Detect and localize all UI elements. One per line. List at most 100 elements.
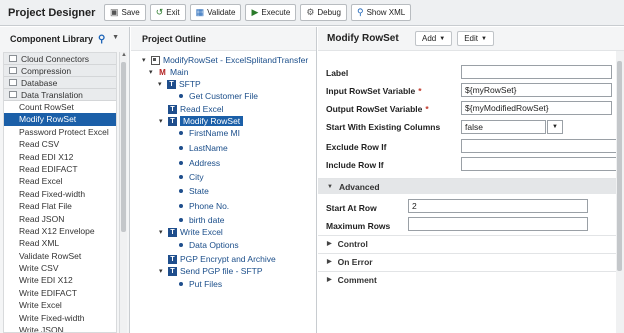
bullet-icon	[179, 131, 183, 135]
library-item[interactable]: Write Fixed-width	[4, 312, 116, 324]
library-item[interactable]: Write JSON	[4, 324, 116, 332]
bullet-icon	[179, 175, 183, 179]
task-icon: T	[168, 104, 177, 114]
library-item[interactable]: Read XML	[4, 237, 116, 249]
tree-node-data-options[interactable]: Data Options	[177, 239, 239, 251]
scrollbar-thumb[interactable]	[617, 61, 622, 271]
category-cloud-connectors[interactable]: Cloud Connectors	[4, 53, 116, 65]
library-item[interactable]: Count RowSet	[4, 101, 116, 113]
chevron-down-icon[interactable]: ▼	[112, 34, 119, 41]
output-rowset-variable-input[interactable]: ${myModifiedRowSet}	[461, 101, 612, 115]
tree-node-put-files[interactable]: Put Files	[177, 278, 222, 290]
library-item[interactable]: Validate RowSet	[4, 250, 116, 262]
field-label-text: Include Row If	[326, 160, 384, 170]
library-item[interactable]: Read Excel	[4, 175, 116, 187]
tree-node-label: Main	[170, 67, 189, 77]
tree-node-write-excel[interactable]: ▾ T Write Excel	[159, 226, 223, 238]
field-label-text: Start With Existing Columns	[326, 122, 441, 132]
validate-label: Validate	[207, 8, 236, 17]
tree-node-send-pgp-file[interactable]: ▾ T Send PGP file - SFTP	[159, 265, 263, 277]
start-at-row-input[interactable]: 2	[408, 199, 588, 213]
library-item[interactable]: Write CSV	[4, 262, 116, 274]
input-rowset-variable-input[interactable]: ${myRowSet}	[461, 83, 612, 97]
chevron-down-icon: ▼	[439, 35, 446, 42]
library-item[interactable]: Read Fixed-width	[4, 188, 116, 200]
library-item[interactable]: Read Flat File	[4, 200, 116, 212]
section-comment[interactable]: ▶ Comment	[318, 271, 624, 287]
tree-node-birth-date[interactable]: birth date	[177, 214, 224, 226]
tree-node-main[interactable]: ▾ M Main	[149, 66, 188, 78]
include-row-if-input[interactable]	[461, 157, 624, 171]
label-input[interactable]	[461, 65, 612, 79]
component-list: Cloud Connectors Compression Database Da…	[3, 52, 117, 333]
library-item[interactable]: Read JSON	[4, 213, 116, 225]
project-outline-title: Project Outline	[131, 27, 316, 51]
category-compression[interactable]: Compression	[4, 65, 116, 77]
category-data-translation[interactable]: Data Translation	[4, 89, 116, 101]
library-item[interactable]: Read EDI X12	[4, 151, 116, 163]
library-item[interactable]: Password Protect Excel	[4, 126, 116, 138]
tree-node-label: LastName	[189, 143, 228, 153]
search-icon: ⚲	[356, 7, 364, 17]
scrollbar-thumb[interactable]	[121, 62, 126, 232]
library-item[interactable]: Write EDI X12	[4, 274, 116, 286]
tree-node-phone-no[interactable]: Phone No.	[177, 200, 229, 212]
task-icon: T	[167, 79, 176, 89]
field-label-text: Maximum Rows	[326, 221, 391, 231]
library-scrollbar[interactable]: ▲	[119, 52, 127, 333]
exit-button[interactable]: ↺ Exit	[149, 4, 186, 21]
caret-down-icon[interactable]: ▾	[142, 56, 149, 64]
save-button[interactable]: ▣ Save	[104, 4, 146, 21]
chevron-down-icon[interactable]: ▼	[547, 120, 563, 134]
edit-dropdown-button[interactable]: Edit ▼	[457, 31, 494, 46]
tree-node-state[interactable]: State	[177, 185, 209, 197]
app-title: Project Designer	[8, 6, 96, 19]
section-control[interactable]: ▶ Control	[318, 235, 624, 251]
tree-node-firstname-mi[interactable]: FirstName MI	[177, 127, 240, 139]
library-item[interactable]: Write Excel	[4, 299, 116, 311]
tree-node-label: Get Customer File	[189, 91, 258, 101]
search-icon[interactable]: ⚲	[98, 34, 105, 45]
tree-node-label: Address	[189, 158, 221, 168]
tree-node-city[interactable]: City	[177, 171, 204, 183]
caret-right-icon: ▶	[327, 259, 332, 265]
properties-title: Modify RowSet	[327, 33, 399, 44]
scroll-up-icon[interactable]: ▲	[121, 52, 127, 58]
caret-down-icon[interactable]: ▾	[159, 228, 166, 236]
caret-down-icon[interactable]: ▾	[158, 80, 165, 88]
category-database[interactable]: Database	[4, 77, 116, 89]
maximum-rows-input[interactable]	[408, 217, 588, 231]
exclude-row-if-input[interactable]	[461, 139, 624, 153]
caret-down-icon[interactable]: ▾	[149, 68, 156, 76]
library-item-selected[interactable]: Modify RowSet	[4, 113, 116, 126]
tree-node-lastname[interactable]: LastName	[177, 142, 228, 154]
library-item[interactable]: Read CSV	[4, 138, 116, 150]
start-existing-field-label: Start With Existing Columns	[326, 120, 440, 134]
validate-button[interactable]: ▦ Validate	[189, 4, 242, 21]
tree-node-label: Phone No.	[189, 201, 230, 211]
tree-node-label: PGP Encrypt and Archive	[180, 254, 276, 264]
tree-node-sftp[interactable]: ▾ T SFTP	[158, 78, 201, 90]
start-existing-columns-select[interactable]: false	[461, 120, 546, 134]
tree-node-address[interactable]: Address	[177, 157, 220, 169]
caret-down-icon: ▼	[327, 183, 333, 190]
tree-node-modify-rowset[interactable]: ▾ T Modify RowSet	[159, 115, 244, 127]
required-marker: *	[418, 86, 422, 96]
field-label-text: Exclude Row If	[326, 142, 387, 152]
section-on-error[interactable]: ▶ On Error	[318, 253, 624, 269]
library-item[interactable]: Read EDIFACT	[4, 163, 116, 175]
caret-down-icon[interactable]: ▾	[159, 267, 166, 275]
library-item[interactable]: Write EDIFACT	[4, 287, 116, 299]
library-item[interactable]: Read X12 Envelope	[4, 225, 116, 237]
caret-down-icon[interactable]: ▾	[159, 117, 166, 125]
execute-button[interactable]: ▶ Execute	[245, 4, 297, 21]
show-xml-button[interactable]: ⚲ Show XML	[350, 4, 412, 21]
tree-node-get-customer-file[interactable]: Get Customer File	[177, 90, 258, 102]
debug-button[interactable]: ⚙ Debug	[300, 4, 347, 21]
add-dropdown-button[interactable]: Add ▼	[415, 31, 453, 46]
tree-node-pgp-encrypt[interactable]: T PGP Encrypt and Archive	[168, 253, 276, 265]
tree-node-project[interactable]: ▾ ModifyRowSet - ExcelSplitandTransfer	[142, 54, 308, 66]
properties-scrollbar[interactable]	[616, 51, 624, 333]
tree-node-read-excel[interactable]: T Read Excel	[168, 103, 223, 115]
section-advanced[interactable]: ▼ Advanced	[318, 178, 624, 194]
